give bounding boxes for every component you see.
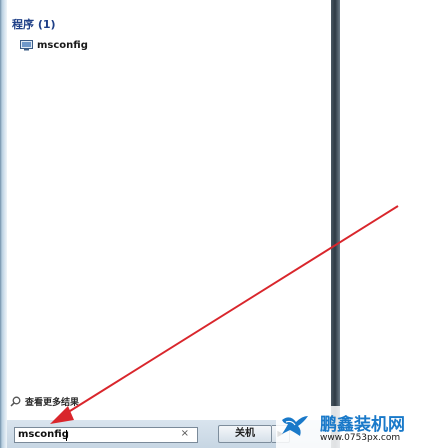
search-result-msconfig[interactable]: msconfig (20, 37, 88, 53)
start-menu-pane-divider (331, 0, 340, 448)
shutdown-button[interactable]: 关机 (218, 425, 272, 443)
site-watermark: 鹏鑫装机网 www.0753px.com (276, 406, 421, 448)
watermark-title: 鹏鑫装机网 (320, 415, 405, 435)
watermark-url: www.0753px.com (320, 433, 401, 443)
see-more-label: 查看更多结果 (25, 398, 80, 408)
programs-section-header: 程序 (1) (12, 18, 56, 31)
search-input-value: msconfig (18, 429, 69, 440)
window-left-border (0, 0, 7, 448)
search-input[interactable]: msconfig × (14, 427, 198, 443)
see-more-results-link[interactable]: 查看更多结果 (10, 395, 79, 408)
screenshot-stage: 程序 (1) msconfig 查看更多结果 msconfig × 关机 ▶ (0, 0, 421, 448)
clear-search-icon[interactable]: × (181, 428, 189, 439)
start-menu-right-pane (340, 0, 421, 448)
magnifier-icon (10, 396, 21, 407)
search-result-label: msconfig (37, 39, 88, 51)
start-menu-left-pane (7, 0, 331, 420)
bird-logo-icon (282, 416, 308, 436)
text-caret (66, 430, 67, 441)
msconfig-icon (20, 39, 33, 50)
